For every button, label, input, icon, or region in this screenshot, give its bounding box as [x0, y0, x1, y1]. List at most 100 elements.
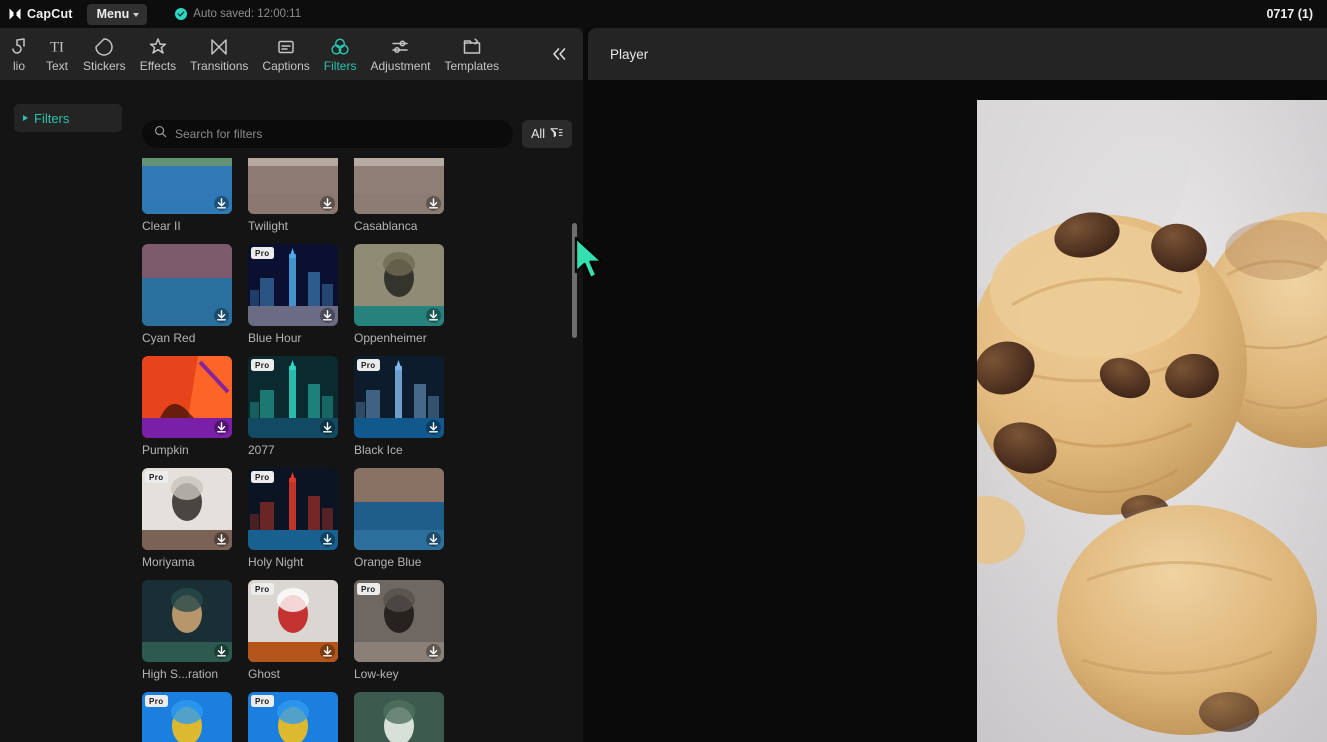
search-box[interactable]: [142, 120, 514, 148]
filter-thumbnail[interactable]: Pro: [142, 692, 232, 742]
filters-icon: [330, 37, 350, 57]
download-icon: [214, 420, 229, 435]
pro-badge: Pro: [145, 695, 168, 707]
filter-all-button[interactable]: All: [522, 120, 572, 148]
chevron-double-left-icon: [552, 48, 565, 60]
toolbar-item-transitions[interactable]: Transitions: [183, 28, 255, 80]
filter-thumbnail[interactable]: [354, 158, 444, 214]
filter-item[interactable]: High S...ration: [142, 580, 248, 681]
filter-name: Orange Blue: [354, 555, 422, 569]
sidebar-item-label: Filters: [34, 110, 70, 126]
filter-thumbnail[interactable]: [142, 580, 232, 662]
filter-item[interactable]: Negative: [354, 692, 460, 742]
filter-item[interactable]: Pro Low-key: [354, 580, 460, 681]
toolbar-item-stickers[interactable]: Stickers: [76, 28, 133, 80]
player-panel: Player: [588, 28, 1327, 742]
filters-scrollbar-thumb[interactable]: [572, 223, 577, 338]
toolbar-item-templates[interactable]: Templates: [437, 28, 506, 80]
filter-thumbnail[interactable]: [142, 356, 232, 438]
toolbar-item-label: Transitions: [190, 58, 249, 73]
filter-item[interactable]: Oppenheimer: [354, 244, 460, 345]
filter-sort-icon: [550, 126, 563, 142]
download-icon: [320, 420, 335, 435]
filter-name: Oppenheimer: [354, 331, 427, 345]
pro-badge: Pro: [145, 471, 168, 483]
filter-thumbnail[interactable]: Pro: [248, 468, 338, 550]
filter-thumbnail[interactable]: Pro: [248, 692, 338, 742]
filter-thumbnail[interactable]: [354, 692, 444, 742]
filter-thumbnail[interactable]: Pro: [248, 580, 338, 662]
filter-name: Holy Night: [248, 555, 304, 569]
filter-item[interactable]: Pumpkin: [142, 356, 248, 457]
collapse-panel-button[interactable]: [543, 28, 575, 80]
filter-thumbnail[interactable]: [248, 158, 338, 214]
pro-badge: Pro: [251, 471, 274, 483]
download-icon: [214, 532, 229, 547]
filter-item[interactable]: Clear II: [142, 158, 248, 233]
toolbar-item-label: Templates: [444, 58, 500, 73]
toolbar-item-filters[interactable]: Filters: [317, 28, 364, 80]
download-icon: [426, 532, 441, 547]
filter-item[interactable]: Pro 2077: [248, 356, 354, 457]
toolbar-item-text[interactable]: TI Text: [38, 28, 76, 80]
filter-name: Twilight: [248, 219, 289, 233]
filter-thumbnail[interactable]: [142, 158, 232, 214]
title-bar: CapCut Menu Auto saved: 12:00:11 0717 (1…: [0, 0, 1327, 28]
filter-name: Moriyama: [142, 555, 195, 569]
toolbar-item-label: lio: [12, 58, 25, 73]
filter-item[interactable]: Twilight: [248, 158, 354, 233]
filter-item[interactable]: Pro Moriyama: [142, 468, 248, 569]
filter-item[interactable]: Pro Vivid 2: [142, 692, 248, 742]
filter-item[interactable]: Pro Blue Hour: [248, 244, 354, 345]
toolbar-item-effects[interactable]: Effects: [133, 28, 183, 80]
filters-grid: Clear II Twilight Casablanca Cyan Red Pr…: [142, 158, 562, 742]
filters-scrollbar[interactable]: [572, 108, 578, 742]
download-icon: [320, 532, 335, 547]
triangle-right-icon: [23, 115, 28, 121]
pro-badge: Pro: [251, 695, 274, 707]
toolbar-item-lio[interactable]: lio: [0, 28, 38, 80]
filter-item[interactable]: Pro Black Ice: [354, 356, 460, 457]
search-row: All: [142, 120, 572, 148]
toolbar-item-adjustment[interactable]: Adjustment: [363, 28, 437, 80]
sidebar-item-filters[interactable]: Filters: [14, 104, 122, 132]
filter-thumbnail[interactable]: Pro: [142, 468, 232, 550]
pro-badge: Pro: [251, 247, 274, 259]
filter-thumbnail[interactable]: Pro: [354, 356, 444, 438]
filter-item[interactable]: Cyan Red: [142, 244, 248, 345]
text-icon: TI: [46, 37, 68, 57]
download-icon: [214, 196, 229, 211]
toolbar-item-label: Text: [45, 58, 68, 73]
filter-item[interactable]: Pro Ghost: [248, 580, 354, 681]
filter-thumbnail[interactable]: Pro: [248, 244, 338, 326]
filter-item[interactable]: Pro Vivid: [248, 692, 354, 742]
check-circle-icon: [175, 8, 188, 20]
search-input[interactable]: [175, 127, 502, 141]
filter-item[interactable]: Casablanca: [354, 158, 460, 233]
captions-icon: [276, 37, 296, 57]
menu-button[interactable]: Menu: [86, 3, 148, 25]
filter-name: 2077: [248, 443, 275, 457]
autosave-label: Auto saved: 12:00:11: [193, 8, 302, 20]
filter-thumbnail[interactable]: [354, 468, 444, 550]
filter-item[interactable]: Pro Holy Night: [248, 468, 354, 569]
filter-thumbnail[interactable]: Pro: [248, 356, 338, 438]
filter-item[interactable]: Orange Blue: [354, 468, 460, 569]
pro-badge: Pro: [357, 583, 380, 595]
audio-icon: [9, 37, 29, 57]
download-icon: [320, 308, 335, 323]
filter-thumbnail[interactable]: [354, 244, 444, 326]
filter-all-label: All: [531, 127, 545, 141]
filter-thumbnail[interactable]: Pro: [354, 580, 444, 662]
toolbar-items: lio TI Text Stickers Effects Transitions Capti…: [0, 28, 506, 80]
download-icon: [426, 644, 441, 659]
pro-badge: Pro: [357, 359, 380, 371]
download-icon: [214, 644, 229, 659]
capcut-logo-icon: [8, 7, 22, 21]
pro-badge: Pro: [251, 359, 274, 371]
filter-thumbnail[interactable]: [142, 244, 232, 326]
video-preview[interactable]: [977, 100, 1327, 742]
toolbar-item-captions[interactable]: Captions: [255, 28, 316, 80]
filter-name: Cyan Red: [142, 331, 196, 345]
transitions-icon: [209, 37, 229, 57]
